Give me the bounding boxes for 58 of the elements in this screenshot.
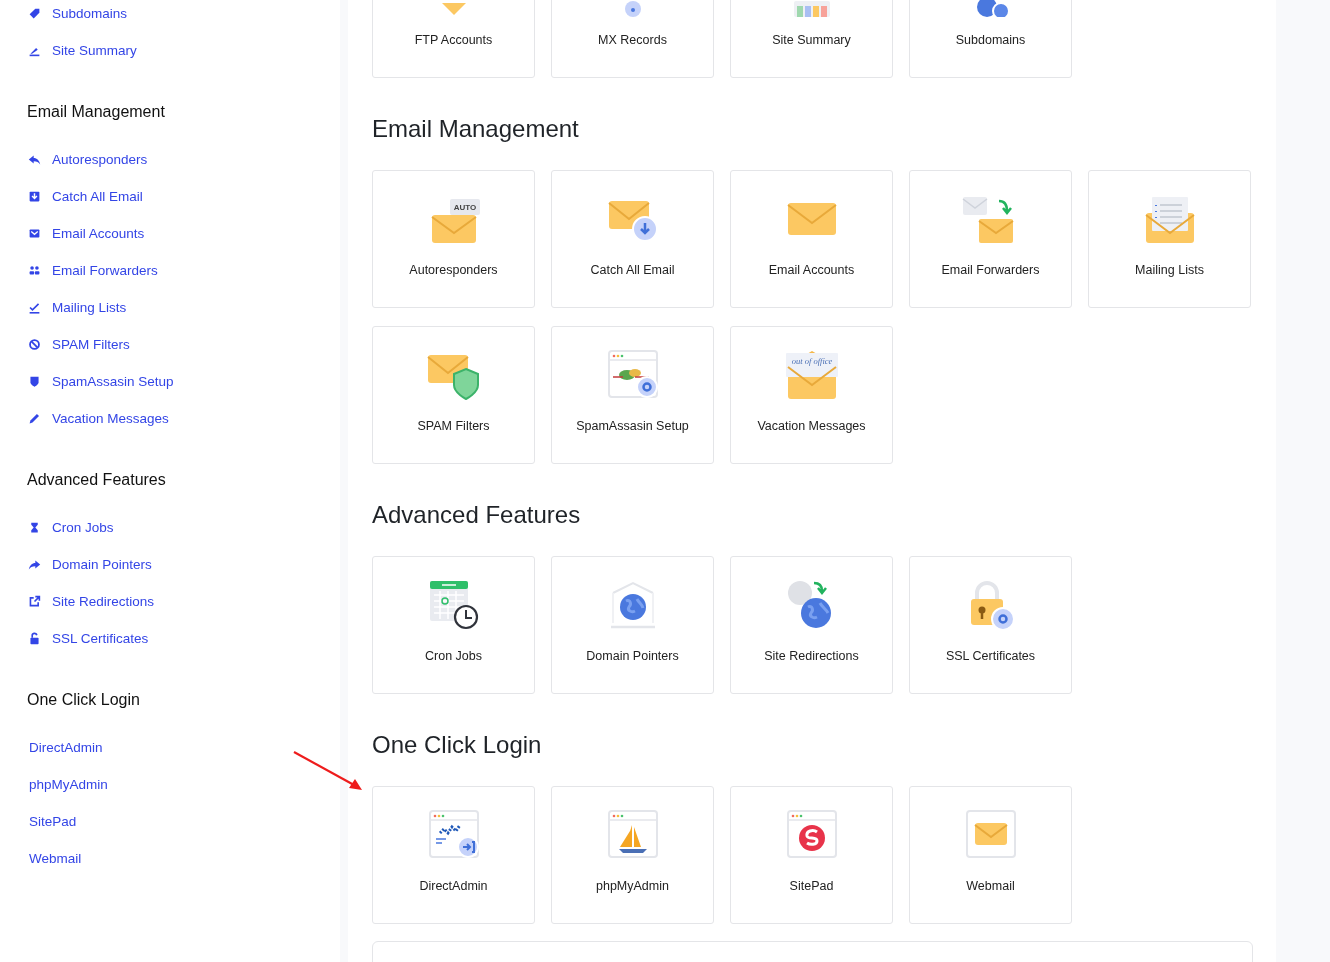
ban-icon <box>28 337 41 351</box>
sidebar-link[interactable]: Catch All Email <box>27 177 143 215</box>
feature-tile[interactable]: AUTO Autoresponders <box>372 170 535 308</box>
pencil-icon <box>28 411 41 425</box>
sidebar-link[interactable]: Mailing Lists <box>27 288 127 326</box>
sidebar-link[interactable]: Domain Pointers <box>27 545 152 583</box>
shield-icon <box>28 374 41 388</box>
sidebar-link[interactable]: SSL Certificates <box>27 619 149 657</box>
section-heading: Email Management <box>372 114 580 144</box>
feature-tile[interactable]: SPAM Filters <box>372 326 535 464</box>
email-icon <box>786 203 837 235</box>
feature-tile[interactable]: Email Forwarders <box>909 170 1072 308</box>
annotation-arrow <box>293 751 362 790</box>
sidebar-link[interactable]: Email Accounts <box>27 214 145 252</box>
feature-tile[interactable]: SSL Certificates <box>909 556 1072 694</box>
icon-note-text: out of office <box>791 356 832 366</box>
sidebar-link[interactable]: Site Summary <box>27 31 137 69</box>
sidebar-link[interactable]: Site Redirections <box>27 582 155 620</box>
feature-tile[interactable]: Subdomains <box>909 0 1072 78</box>
sidebar-link[interactable]: Autoresponders <box>27 140 148 178</box>
feature-tile[interactable]: phpMyAdmin <box>551 786 714 924</box>
section-heading: One Click Login <box>372 730 543 760</box>
sidebar-link[interactable]: Subdomains <box>27 0 128 32</box>
users-icon <box>28 263 41 277</box>
feature-tile[interactable]: Webmail <box>909 786 1072 924</box>
sidebar-link[interactable]: SPAM Filters <box>27 325 130 363</box>
feature-tile[interactable]: SitePad <box>730 786 893 924</box>
sidebar-heading: One Click Login <box>27 690 141 710</box>
feature-tile[interactable]: FTP Accounts <box>372 0 535 78</box>
feature-tile[interactable]: Domain Pointers <box>551 556 714 694</box>
feature-tile[interactable]: Site Summary <box>730 0 893 78</box>
hourglass-icon <box>28 520 41 534</box>
feature-tile[interactable]: MX Records <box>551 0 714 78</box>
sidebar-heading: Advanced Features <box>27 470 167 490</box>
sidebar-link[interactable]: SitePad <box>27 802 77 840</box>
sidebar-link[interactable]: Email Forwarders <box>27 251 158 289</box>
download-icon <box>28 189 41 203</box>
external-icon <box>28 594 41 608</box>
feature-tile[interactable]: Mailing Lists <box>1088 170 1251 308</box>
feature-tile[interactable]: out of office Vacation Messages <box>730 326 893 464</box>
sidebar-heading: Email Management <box>27 102 166 122</box>
sidebar-link[interactable]: Vacation Messages <box>27 399 169 437</box>
feature-tile[interactable]: Email Accounts <box>730 170 893 308</box>
tag-icon <box>28 6 41 20</box>
feature-tile[interactable]: DirectAdmin <box>372 786 535 924</box>
envelope-icon <box>28 226 41 240</box>
sidebar-link[interactable]: Cron Jobs <box>27 508 114 546</box>
section-heading: Advanced Features <box>372 500 582 530</box>
sidebar-link[interactable]: phpMyAdmin <box>27 765 108 803</box>
sidebar-link[interactable]: Webmail <box>27 839 82 877</box>
feature-tile[interactable]: Catch All Email <box>551 170 714 308</box>
sidebar-link[interactable]: DirectAdmin <box>27 728 103 766</box>
feature-tile[interactable]: Site Redirections <box>730 556 893 694</box>
feature-tile[interactable]: Cron Jobs <box>372 556 535 694</box>
lock-icon <box>28 631 41 645</box>
sidebar-link[interactable]: SpamAssasin Setup <box>27 362 174 400</box>
icon-badge-text: AUTO <box>453 203 476 212</box>
feature-tile[interactable]: SpamAssasin Setup <box>551 326 714 464</box>
